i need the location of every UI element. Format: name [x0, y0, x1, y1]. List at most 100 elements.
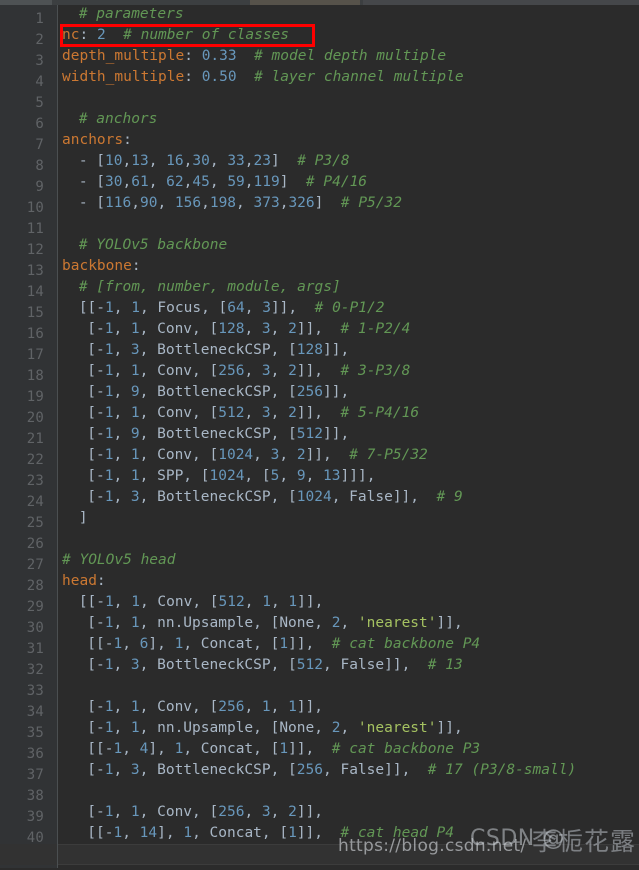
- token-num: 9: [130, 426, 140, 442]
- code-line[interactable]: [-1, 1, Conv, [1024, 3, 2]], # 7-P5/32: [87, 445, 428, 466]
- token-plain: [-: [87, 720, 105, 736]
- token-num: 128: [296, 342, 323, 358]
- code-line[interactable]: [-1, 1, Conv, [128, 3, 2]], # 1-P2/4: [87, 319, 410, 340]
- token-plain: ,: [113, 762, 131, 778]
- code-line[interactable]: anchors:: [62, 130, 132, 151]
- code-line[interactable]: # [from, number, module, args]: [79, 277, 341, 298]
- code-line[interactable]: backbone:: [62, 256, 141, 277]
- line-number: 26: [26, 536, 44, 552]
- code-line[interactable]: [-1, 3, BottleneckCSP, [1024, False]], #…: [87, 487, 462, 508]
- code-line[interactable]: # YOLOv5 head: [62, 550, 176, 571]
- token-comment: # anchors: [78, 111, 158, 127]
- code-line[interactable]: [-1, 1, Conv, [256, 3, 2]], # 3-P3/8: [87, 361, 410, 382]
- token-plain: ],: [148, 741, 175, 757]
- code-line[interactable]: [-1, 1, nn.Upsample, [None, 2, 'nearest'…: [87, 613, 462, 634]
- token-key: nc: [62, 27, 80, 43]
- token-plain: ,: [113, 363, 131, 379]
- code-line[interactable]: [[-1, 14], 1, Concat, [1]], # cat head P…: [87, 823, 454, 844]
- code-line[interactable]: [-1, 3, BottleneckCSP, [512, False]], # …: [87, 655, 462, 676]
- token-plain: , BottleneckCSP, [: [139, 762, 297, 778]
- token-num: 13: [323, 468, 341, 484]
- token-plain: ,: [148, 174, 167, 190]
- token-num: 1024: [218, 447, 254, 463]
- token-plain: , Conv, [: [139, 804, 219, 820]
- code-line[interactable]: [-1, 3, BottleneckCSP, [128]],: [87, 340, 349, 361]
- code-line[interactable]: [-1, 1, SPP, [1024, [5, 9, 13]]],: [87, 466, 375, 487]
- token-plain: , nn.Upsample, [None,: [139, 720, 332, 736]
- code-line[interactable]: [[-1, 4], 1, Concat, [1]], # cat backbon…: [87, 739, 480, 760]
- line-number: 4: [35, 74, 44, 90]
- code-line[interactable]: # YOLOv5 backbone: [79, 235, 227, 256]
- line-number: 8: [35, 158, 44, 174]
- code-line[interactable]: nc: 2 # number of classes: [62, 25, 289, 46]
- code-line[interactable]: [[-1, 1, Conv, [512, 1, 1]],: [79, 592, 324, 613]
- token-plain: ,: [305, 468, 324, 484]
- line-number: 36: [26, 746, 44, 762]
- token-plain: ]],: [288, 636, 332, 652]
- code-line[interactable]: depth_multiple: 0.33 # model depth multi…: [62, 46, 446, 67]
- code-line[interactable]: # parameters: [79, 5, 184, 25]
- code-line[interactable]: - [10,13, 16,30, 33,23] # P3/8: [79, 151, 350, 172]
- token-plain: ,: [113, 468, 131, 484]
- token-comment: # P4/16: [305, 174, 368, 190]
- token-plain: , BottleneckCSP, [: [139, 426, 297, 442]
- token-plain: ]],: [296, 363, 341, 379]
- token-num: 33: [227, 153, 245, 169]
- code-line[interactable]: [[-1, 1, Focus, [64, 3]], # 0-P1/2: [79, 298, 385, 319]
- token-num: 326: [288, 195, 315, 211]
- token-plain: ,: [279, 468, 297, 484]
- token-plain: ,: [113, 615, 131, 631]
- line-number: 38: [26, 788, 44, 804]
- token-plain: , BottleneckCSP, [: [139, 657, 297, 673]
- token-plain: ,: [270, 699, 289, 715]
- line-number: 34: [26, 704, 44, 720]
- code-line[interactable]: [-1, 1, Conv, [256, 1, 1]],: [87, 697, 323, 718]
- line-number: 9: [35, 179, 44, 195]
- token-key: backbone: [62, 258, 132, 274]
- token-num: 1: [130, 363, 140, 379]
- token-plain: ]],: [323, 426, 350, 442]
- code-line[interactable]: ]: [79, 508, 88, 529]
- code-text-area[interactable]: # parameters nc: 2 # number of classes dep…: [58, 5, 639, 868]
- code-line[interactable]: head:: [62, 571, 106, 592]
- token-plain: ,: [113, 447, 131, 463]
- code-line[interactable]: width_multiple: 0.50 # layer channel mul…: [62, 67, 464, 88]
- token-plain: [-: [87, 426, 105, 442]
- line-number: 18: [26, 368, 44, 384]
- token-num: 1: [131, 594, 140, 610]
- code-line[interactable]: [-1, 1, Conv, [256, 3, 2]],: [87, 802, 323, 823]
- token-plain: ,: [122, 153, 132, 169]
- token-plain: ],: [157, 825, 184, 841]
- token-num: 2: [296, 447, 306, 463]
- code-line[interactable]: [[-1, 6], 1, Concat, [1]], # cat backbon…: [87, 634, 480, 655]
- token-plain: ,: [270, 804, 289, 820]
- token-comment: # YOLOv5 head: [62, 552, 176, 568]
- token-punct: :: [184, 48, 202, 64]
- token-num: 90: [139, 195, 158, 211]
- token-num: 13: [131, 153, 149, 169]
- code-line[interactable]: [-1, 9, BottleneckCSP, [512]],: [87, 424, 349, 445]
- token-plain: ,: [113, 594, 132, 610]
- editor-gutter[interactable]: 1 2 3 4 5 6 7 8 9 10 11 12 13 14 15 16 17 18 19 20 21 22 23 24 2…: [0, 5, 57, 868]
- token-plain: ,: [244, 699, 262, 715]
- code-line[interactable]: [-1, 9, BottleneckCSP, [256]],: [87, 382, 349, 403]
- token-num: 1: [130, 615, 140, 631]
- token-num: 30: [105, 174, 123, 190]
- code-line[interactable]: [-1, 1, nn.Upsample, [None, 2, 'nearest'…: [87, 718, 462, 739]
- line-number: 21: [26, 431, 44, 447]
- token-num: 3: [261, 405, 271, 421]
- token-plain: [-: [87, 321, 105, 337]
- code-line[interactable]: # anchors: [79, 109, 158, 130]
- token-plain: [-: [87, 468, 105, 484]
- code-line[interactable]: - [116,90, 156,198, 373,326] # P5/32: [79, 193, 402, 214]
- code-line[interactable]: [-1, 3, BottleneckCSP, [256, False]], # …: [87, 760, 576, 781]
- code-line[interactable]: [-1, 1, Conv, [512, 3, 2]], # 5-P4/16: [87, 403, 419, 424]
- token-comment: # [from, number, module, args]: [78, 279, 341, 295]
- token-plain: ,: [244, 804, 262, 820]
- token-num: 14: [139, 825, 158, 841]
- code-line[interactable]: - [30,61, 62,45, 59,119] # P4/16: [79, 172, 367, 193]
- token-plain: ,: [122, 636, 140, 652]
- token-plain: ]: [279, 174, 306, 190]
